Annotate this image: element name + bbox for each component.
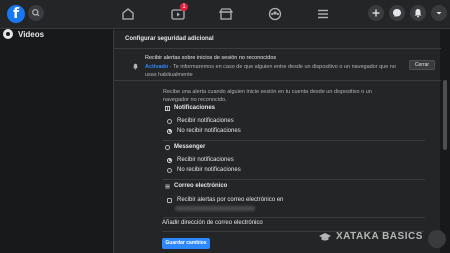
videos-icon [3, 29, 13, 39]
notifications-button[interactable] [410, 5, 426, 21]
messenger-section-heading: Messenger [165, 144, 205, 150]
menu-icon [318, 9, 328, 19]
messenger-icon [165, 144, 170, 150]
radio-label: No recibir notificaciones [177, 128, 241, 134]
notifications-option-none[interactable]: No recibir notificaciones [167, 128, 241, 134]
plus-icon [372, 9, 380, 17]
new-message-button[interactable] [428, 230, 446, 248]
scrollbar-thumb[interactable] [443, 80, 447, 150]
save-changes-button[interactable]: Guardar cambios [162, 238, 210, 249]
notifications-icon [165, 105, 170, 111]
chevron-down-icon [436, 12, 442, 15]
marketplace-icon [218, 8, 234, 20]
login-alerts-description: Activado · Te informaremos en caso de qu… [145, 63, 405, 79]
create-button[interactable] [368, 5, 384, 21]
notifications-section-heading: Notificaciones [165, 105, 215, 111]
radio-button-selected[interactable] [167, 128, 172, 134]
watch-notification-badge: 1 [180, 3, 188, 11]
graduation-cap-icon [319, 232, 331, 240]
radio-button-selected[interactable] [167, 157, 172, 163]
menu-tab[interactable] [315, 6, 331, 22]
divider [114, 48, 441, 49]
radio-label: Recibir notificaciones [177, 157, 234, 163]
page-title: Configurar seguridad adicional [125, 36, 214, 42]
login-alerts-title: Recibir alertas sobre inicios de sesión … [145, 55, 277, 61]
messenger-option-receive[interactable]: Recibir notificaciones [167, 157, 234, 163]
divider [114, 80, 441, 81]
bell-icon [414, 9, 422, 18]
sidebar-item-label: Videos [18, 29, 45, 39]
radio-label: Recibir notificaciones [177, 118, 234, 124]
divider [163, 179, 425, 180]
radio-button[interactable] [167, 118, 172, 124]
home-icon [122, 8, 134, 20]
close-button[interactable]: Cerrar [409, 60, 435, 70]
account-menu-button[interactable] [431, 5, 447, 21]
email-section-heading: Correo electrónico [165, 183, 227, 189]
section-label: Notificaciones [174, 105, 216, 111]
radio-label: No recibir notificaciones [177, 167, 241, 173]
messenger-icon [393, 9, 401, 17]
search-button[interactable] [28, 5, 44, 21]
watermark: XATAKA BASICS [318, 231, 423, 242]
divider [163, 217, 425, 218]
sidebar-item-videos[interactable]: Videos [3, 28, 44, 40]
checkbox-label: Recibir alertas por correo electrónico e… [177, 197, 284, 203]
email-alerts-option[interactable]: Recibir alertas por correo electrónico e… [167, 197, 283, 203]
add-email-link[interactable]: Añadir dirección de correo electrónico [162, 220, 263, 226]
groups-icon [268, 7, 282, 21]
facebook-logo[interactable]: f [7, 5, 25, 23]
home-tab[interactable] [120, 6, 136, 22]
email-icon [165, 184, 170, 188]
blurred-email-address [175, 206, 255, 211]
alerts-info-text: Recibe una alerta cuando alguien inicie … [163, 89, 372, 103]
messenger-button[interactable] [389, 5, 405, 21]
section-label: Correo electrónico [174, 183, 228, 189]
notifications-option-receive[interactable]: Recibir notificaciones [167, 118, 234, 124]
watermark-text: XATAKA BASICS [336, 231, 423, 242]
status-badge: Activado [145, 64, 169, 70]
search-icon [32, 9, 40, 17]
divider [163, 140, 425, 141]
checkbox[interactable] [167, 197, 172, 203]
login-alerts-detail: · Te informaremos en caso de que alguien… [145, 64, 396, 78]
top-navigation-bar: f 1 [0, 0, 450, 29]
marketplace-tab[interactable] [218, 6, 234, 22]
radio-button[interactable] [167, 167, 172, 173]
messenger-option-none[interactable]: No recibir notificaciones [167, 167, 241, 173]
bell-icon [133, 63, 138, 70]
groups-tab[interactable] [267, 6, 283, 22]
section-label: Messenger [174, 144, 206, 150]
